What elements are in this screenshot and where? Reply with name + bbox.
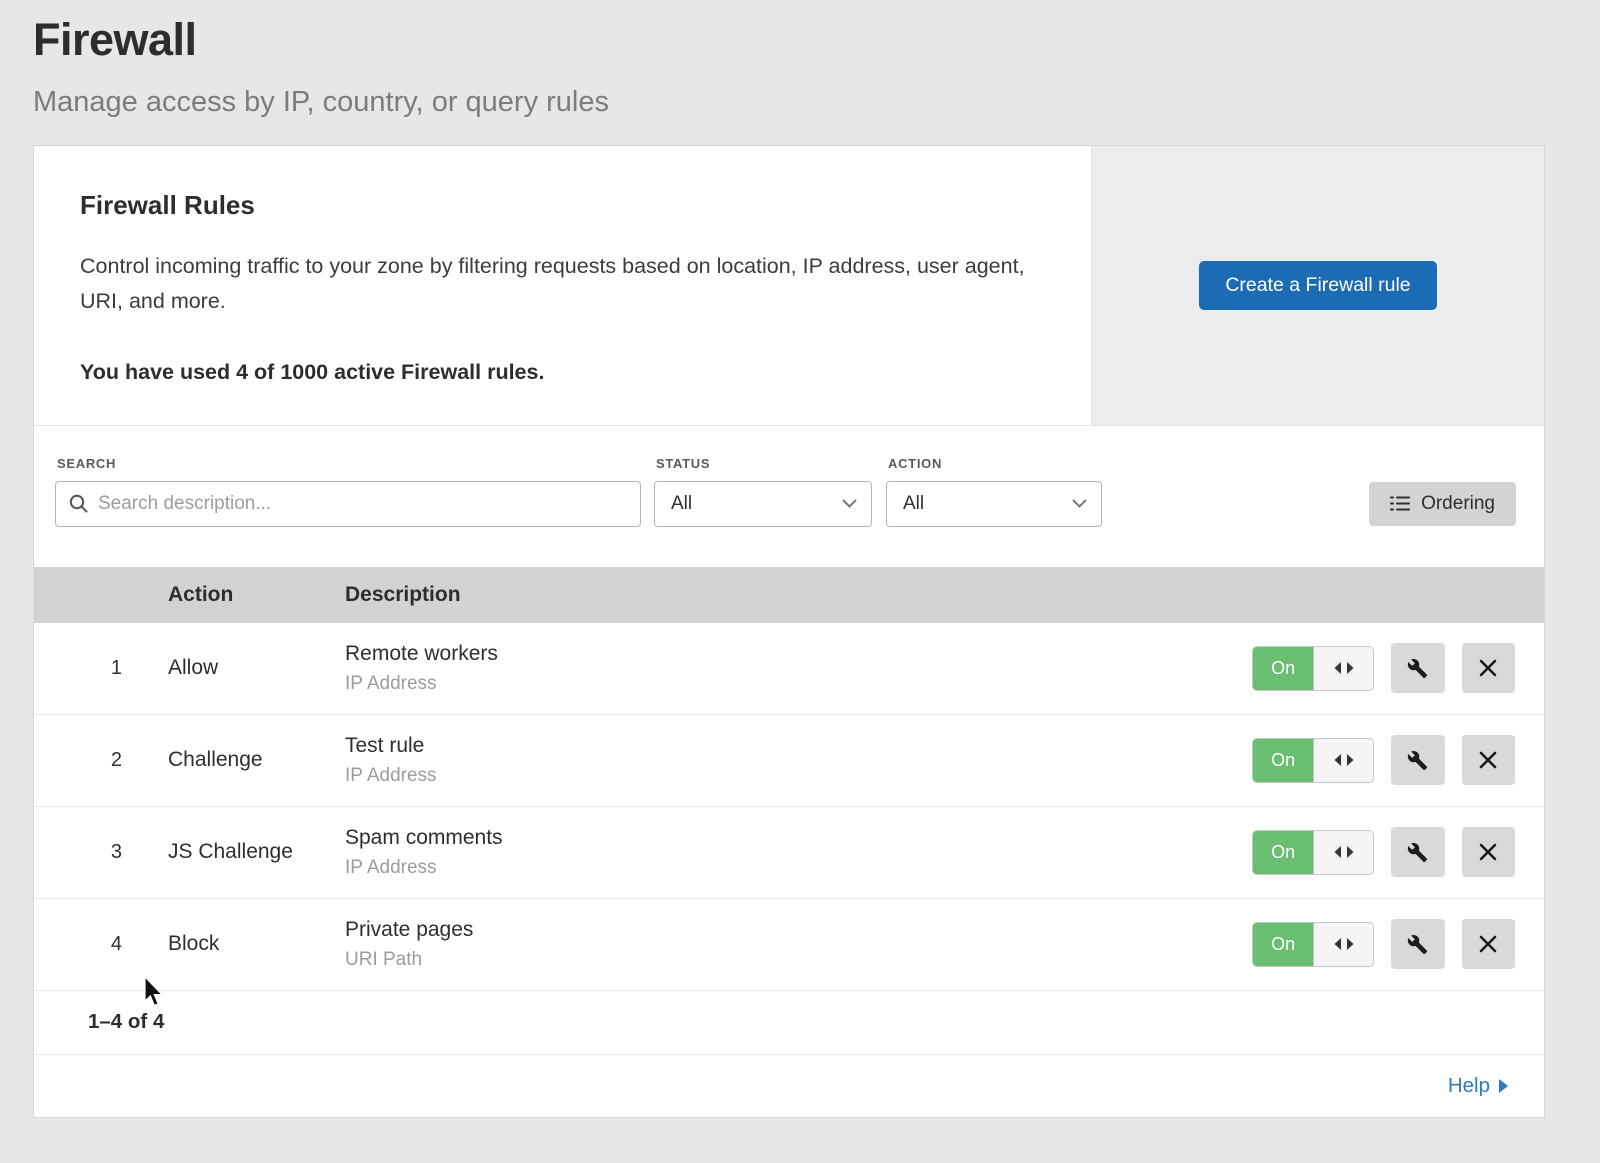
rule-action: Challenge <box>168 748 345 772</box>
status-select-value: All <box>671 493 692 515</box>
action-label: ACTION <box>888 456 1102 471</box>
status-select[interactable]: All <box>654 481 872 527</box>
x-icon <box>1479 935 1497 953</box>
rules-table-header: Action Description <box>34 567 1544 623</box>
pagination-summary: 1–4 of 4 <box>34 991 1544 1055</box>
delete-rule-button[interactable] <box>1462 919 1515 969</box>
intro-text-panel: Firewall Rules Control incoming traffic … <box>34 146 1091 425</box>
page-title: Firewall <box>33 14 1600 66</box>
x-icon <box>1479 751 1497 769</box>
filters-bar: SEARCH STATUS All ACTION All <box>34 426 1544 567</box>
rule-controls: On <box>1252 735 1544 785</box>
intro-heading: Firewall Rules <box>80 190 1031 221</box>
search-icon <box>68 493 89 514</box>
rule-enabled-toggle[interactable]: On <box>1252 922 1374 967</box>
wrench-icon <box>1407 658 1428 679</box>
toggle-state-label: On <box>1253 831 1313 874</box>
table-row: 1 Allow Remote workers IP Address On <box>34 623 1544 715</box>
ordering-button-label: Ordering <box>1421 493 1495 515</box>
rule-description-title: Remote workers <box>345 642 1252 666</box>
rule-enabled-toggle[interactable]: On <box>1252 738 1374 783</box>
rules-usage-text: You have used 4 of 1000 active Firewall … <box>80 360 1031 385</box>
table-row: 4 Block Private pages URI Path On <box>34 899 1544 991</box>
rule-description: Test rule IP Address <box>345 734 1252 787</box>
delete-rule-button[interactable] <box>1462 735 1515 785</box>
rule-index: 1 <box>34 657 168 680</box>
chevron-down-icon <box>842 499 857 508</box>
delete-rule-button[interactable] <box>1462 643 1515 693</box>
table-row: 3 JS Challenge Spam comments IP Address … <box>34 807 1544 899</box>
create-rule-panel: Create a Firewall rule <box>1091 146 1544 425</box>
edit-rule-button[interactable] <box>1391 643 1444 693</box>
chevron-down-icon <box>1072 499 1087 508</box>
page-subtitle: Manage access by IP, country, or query r… <box>33 86 1600 119</box>
rule-index: 4 <box>34 933 168 956</box>
action-filter-group: ACTION All <box>886 456 1102 527</box>
status-filter-group: STATUS All <box>654 456 872 527</box>
search-filter-group: SEARCH <box>55 456 641 527</box>
x-icon <box>1479 659 1497 677</box>
rule-controls: On <box>1252 827 1544 877</box>
search-label: SEARCH <box>57 456 641 471</box>
rule-action: JS Challenge <box>168 840 345 864</box>
delete-rule-button[interactable] <box>1462 827 1515 877</box>
left-right-arrows-icon <box>1313 831 1373 874</box>
edit-rule-button[interactable] <box>1391 827 1444 877</box>
edit-rule-button[interactable] <box>1391 735 1444 785</box>
rules-table-body: 1 Allow Remote workers IP Address On <box>34 623 1544 991</box>
toggle-state-label: On <box>1253 647 1313 690</box>
toggle-state-label: On <box>1253 923 1313 966</box>
rule-enabled-toggle[interactable]: On <box>1252 830 1374 875</box>
rule-match-type: IP Address <box>345 857 1252 879</box>
help-link[interactable]: Help <box>1448 1074 1508 1098</box>
ordered-list-icon <box>1390 495 1410 512</box>
rule-index: 2 <box>34 749 168 772</box>
column-header-action: Action <box>168 583 345 607</box>
help-bar: Help <box>34 1055 1544 1117</box>
rule-match-type: IP Address <box>345 765 1252 787</box>
rule-match-type: IP Address <box>345 673 1252 695</box>
rule-description: Private pages URI Path <box>345 918 1252 971</box>
rule-description: Remote workers IP Address <box>345 642 1252 695</box>
intro-description: Control incoming traffic to your zone by… <box>80 249 1030 320</box>
x-icon <box>1479 843 1497 861</box>
rule-match-type: URI Path <box>345 949 1252 971</box>
rule-description-title: Test rule <box>345 734 1252 758</box>
column-header-description: Description <box>345 583 1252 607</box>
intro-section: Firewall Rules Control incoming traffic … <box>34 146 1544 426</box>
firewall-card: Firewall Rules Control incoming traffic … <box>33 145 1545 1118</box>
rule-action: Allow <box>168 656 345 680</box>
action-select[interactable]: All <box>886 481 1102 527</box>
page-header: Firewall Manage access by IP, country, o… <box>0 0 1600 119</box>
caret-right-icon <box>1499 1079 1508 1093</box>
ordering-button[interactable]: Ordering <box>1369 482 1516 526</box>
left-right-arrows-icon <box>1313 647 1373 690</box>
rule-description-title: Spam comments <box>345 826 1252 850</box>
wrench-icon <box>1407 934 1428 955</box>
rule-description: Spam comments IP Address <box>345 826 1252 879</box>
rule-controls: On <box>1252 643 1544 693</box>
wrench-icon <box>1407 842 1428 863</box>
wrench-icon <box>1407 750 1428 771</box>
action-select-value: All <box>903 493 924 515</box>
rule-index: 3 <box>34 841 168 864</box>
search-input[interactable] <box>55 481 641 527</box>
toggle-state-label: On <box>1253 739 1313 782</box>
rule-description-title: Private pages <box>345 918 1252 942</box>
edit-rule-button[interactable] <box>1391 919 1444 969</box>
left-right-arrows-icon <box>1313 739 1373 782</box>
rule-action: Block <box>168 932 345 956</box>
create-firewall-rule-button[interactable]: Create a Firewall rule <box>1199 261 1436 310</box>
help-link-label: Help <box>1448 1074 1490 1098</box>
left-right-arrows-icon <box>1313 923 1373 966</box>
rule-controls: On <box>1252 919 1544 969</box>
rule-enabled-toggle[interactable]: On <box>1252 646 1374 691</box>
table-row: 2 Challenge Test rule IP Address On <box>34 715 1544 807</box>
status-label: STATUS <box>656 456 872 471</box>
